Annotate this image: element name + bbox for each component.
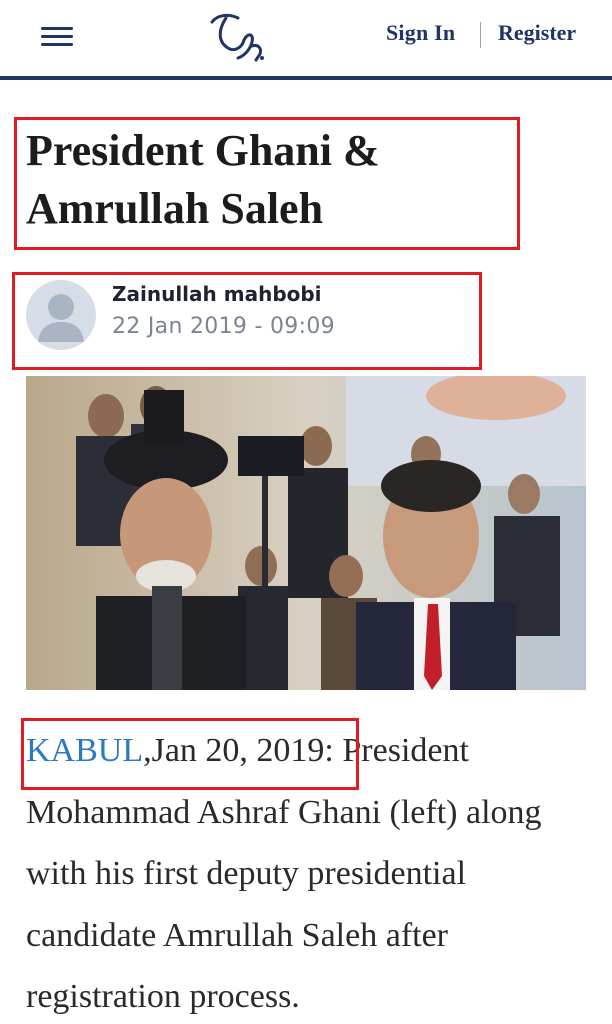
site-header: Sign In Register: [0, 0, 612, 76]
author-highlight-box: [12, 272, 482, 370]
article-photo: [26, 376, 586, 690]
sign-in-link[interactable]: Sign In: [386, 20, 455, 46]
dateline-highlight-box: [21, 718, 359, 790]
title-highlight-box: [14, 117, 520, 250]
calligraphy-logo-icon[interactable]: [204, 8, 270, 66]
hamburger-menu-icon[interactable]: [38, 24, 76, 50]
header-rule: [0, 76, 612, 80]
register-link[interactable]: Register: [498, 20, 576, 46]
header-divider: [480, 22, 481, 48]
